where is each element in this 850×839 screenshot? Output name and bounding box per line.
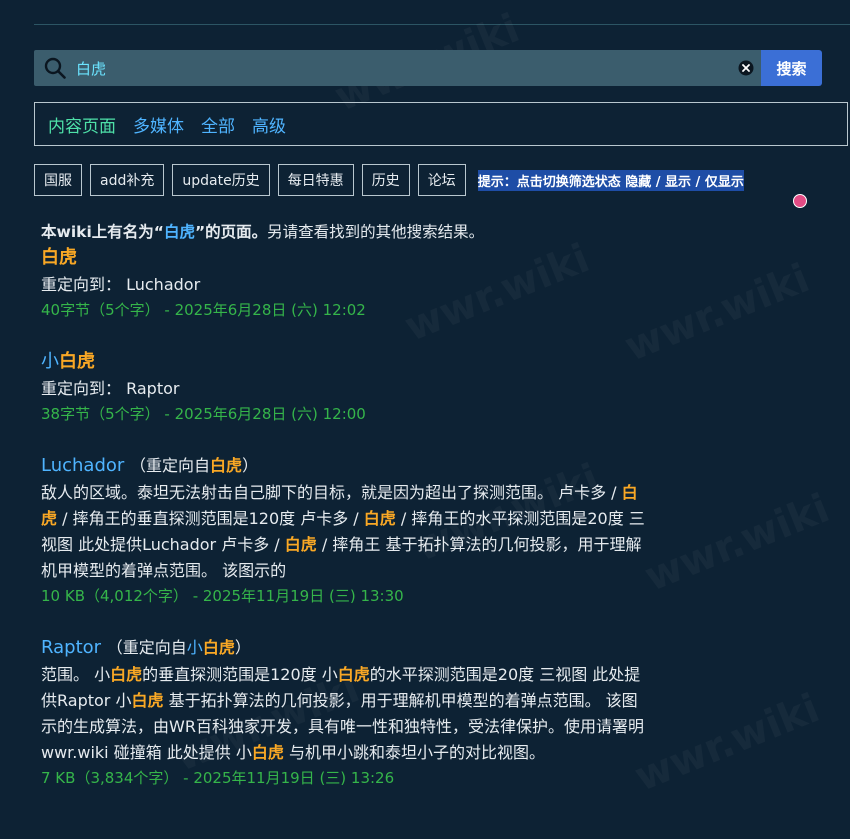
exact-match-extra: 另请查看找到的其他搜索结果。 (267, 223, 485, 241)
search-box (34, 50, 761, 86)
snippet-highlight: 白虎 (337, 665, 370, 684)
redirect-from-label: （重定向自 (106, 638, 187, 657)
result-item: Raptor （重定向自小白虎） 范围。 小白虎的垂直探测范围是120度 小白虎… (41, 634, 651, 790)
result-title-plain[interactable]: 小 (41, 351, 59, 372)
result-meta: 40字节（5个字） - 2025年6月28日 (六) 12:02 (41, 301, 366, 319)
search-button[interactable]: 搜索 (761, 50, 822, 86)
filter-hint: 提示：点击切换筛选状态 隐藏 / 显示 / 仅显示 (477, 169, 744, 191)
result-item: 小白虎 重定向到： Raptor 38字节（5个字） - 2025年6月28日 … (41, 348, 651, 426)
snippet-text: 范围。 小 (41, 665, 111, 684)
exact-match-suffix: ”的页面。 (194, 223, 268, 241)
result-meta: 7 KB（3,834个字） - 2025年11月19日 (三) 13:26 (41, 769, 395, 787)
search-icon (38, 50, 72, 86)
result-title: Luchador （重定向自白虎） (41, 452, 651, 480)
quick-filter-row: 国服 add补充 update历史 每日特惠 历史 论坛 提示：点击切换筛选状态… (34, 163, 744, 197)
tab-multimedia[interactable]: 多媒体 (133, 112, 184, 137)
result-title-link[interactable]: Raptor (41, 637, 101, 658)
exact-match-term[interactable]: 白虎 (164, 223, 195, 241)
redirect-to: 重定向到： Luchador (41, 272, 651, 298)
search-input[interactable] (72, 50, 731, 86)
quick-button-cn-server[interactable]: 国服 (34, 164, 82, 196)
toggle-dot[interactable] (793, 194, 807, 208)
watermark: wwr.wiki (628, 685, 825, 800)
redirect-from-highlight[interactable]: 白虎 (203, 638, 235, 657)
result-title-link[interactable]: Luchador (41, 455, 124, 476)
top-divider (34, 24, 850, 25)
redirect-from: （重定向自小白虎） (107, 638, 251, 657)
redirect-from-label: （重定向自 (130, 456, 211, 475)
result-title-highlight[interactable]: 白虎 (59, 351, 95, 372)
search-bar: 搜索 (34, 50, 822, 86)
tab-advanced[interactable]: 高级 (252, 112, 286, 137)
snippet-text: / 摔角王的垂直探测范围是120度 卢卡多 / (57, 509, 364, 528)
redirect-from-close: ） (234, 638, 251, 657)
filter-tabs: 内容页面 多媒体 全部 高级 (34, 102, 848, 146)
snippet-text: 的垂直探测范围是120度 小 (142, 665, 338, 684)
redirect-from-highlight[interactable]: 白虎 (210, 456, 242, 475)
snippet-highlight: 白虎 (131, 691, 164, 710)
redirect-from-close: ） (242, 456, 259, 475)
tab-all[interactable]: 全部 (201, 112, 235, 137)
redirect-target: Luchador (126, 275, 201, 294)
search-results: 本wiki上有名为“白虎”的页面。另请查看找到的其他搜索结果。 白虎 重定向到：… (41, 220, 651, 816)
clear-icon[interactable] (731, 50, 761, 86)
result-title-highlight[interactable]: 白虎 (41, 247, 77, 268)
tab-content-pages[interactable]: 内容页面 (48, 112, 116, 137)
redirect-label: 重定向到： (41, 275, 122, 294)
exact-match-prefix: 本wiki上有名为“ (41, 223, 164, 241)
quick-button-add[interactable]: add补充 (90, 164, 165, 196)
result-meta: 10 KB（4,012个字） - 2025年11月19日 (三) 13:30 (41, 587, 404, 605)
snippet-text: 与机甲小跳和泰坦小子的对比视图。 (283, 743, 545, 762)
result-item: 白虎 重定向到： Luchador 40字节（5个字） - 2025年6月28日… (41, 244, 651, 322)
result-snippet: 敌人的区域。泰坦无法射击自己脚下的目标，就是因为超出了探测范围。 卢卡多 / 白… (41, 480, 651, 584)
redirect-from-plain[interactable]: 小 (187, 638, 203, 657)
snippet-highlight: 白虎 (251, 743, 284, 762)
quick-button-forum[interactable]: 论坛 (417, 164, 466, 196)
redirect-to: 重定向到： Raptor (41, 376, 651, 402)
redirect-from: （重定向自白虎） (130, 456, 258, 475)
redirect-label: 重定向到： (41, 379, 122, 398)
result-meta: 38字节（5个字） - 2025年6月28日 (六) 12:00 (41, 405, 366, 423)
result-item: Luchador （重定向自白虎） 敌人的区域。泰坦无法射击自己脚下的目标，就是… (41, 452, 651, 608)
result-title[interactable]: 白虎 (41, 244, 651, 272)
snippet-highlight: 白虎 (110, 665, 143, 684)
snippet-highlight: 白虎 (284, 535, 317, 554)
quick-button-history[interactable]: 历史 (361, 164, 410, 196)
result-snippet: 范围。 小白虎的垂直探测范围是120度 小白虎的水平探测范围是20度 三视图 此… (41, 662, 651, 766)
snippet-highlight: 白虎 (363, 509, 396, 528)
quick-button-update-history[interactable]: update历史 (172, 164, 270, 196)
quick-button-daily-deals[interactable]: 每日特惠 (277, 164, 354, 196)
exact-match-note: 本wiki上有名为“白虎”的页面。另请查看找到的其他搜索结果。 (41, 220, 651, 244)
snippet-text: 敌人的区域。泰坦无法射击自己脚下的目标，就是因为超出了探测范围。 卢卡多 / (41, 483, 622, 502)
result-title: Raptor （重定向自小白虎） (41, 634, 651, 662)
result-title[interactable]: 小白虎 (41, 348, 651, 376)
watermark: wwr.wiki (638, 485, 835, 600)
redirect-target: Raptor (126, 379, 180, 398)
